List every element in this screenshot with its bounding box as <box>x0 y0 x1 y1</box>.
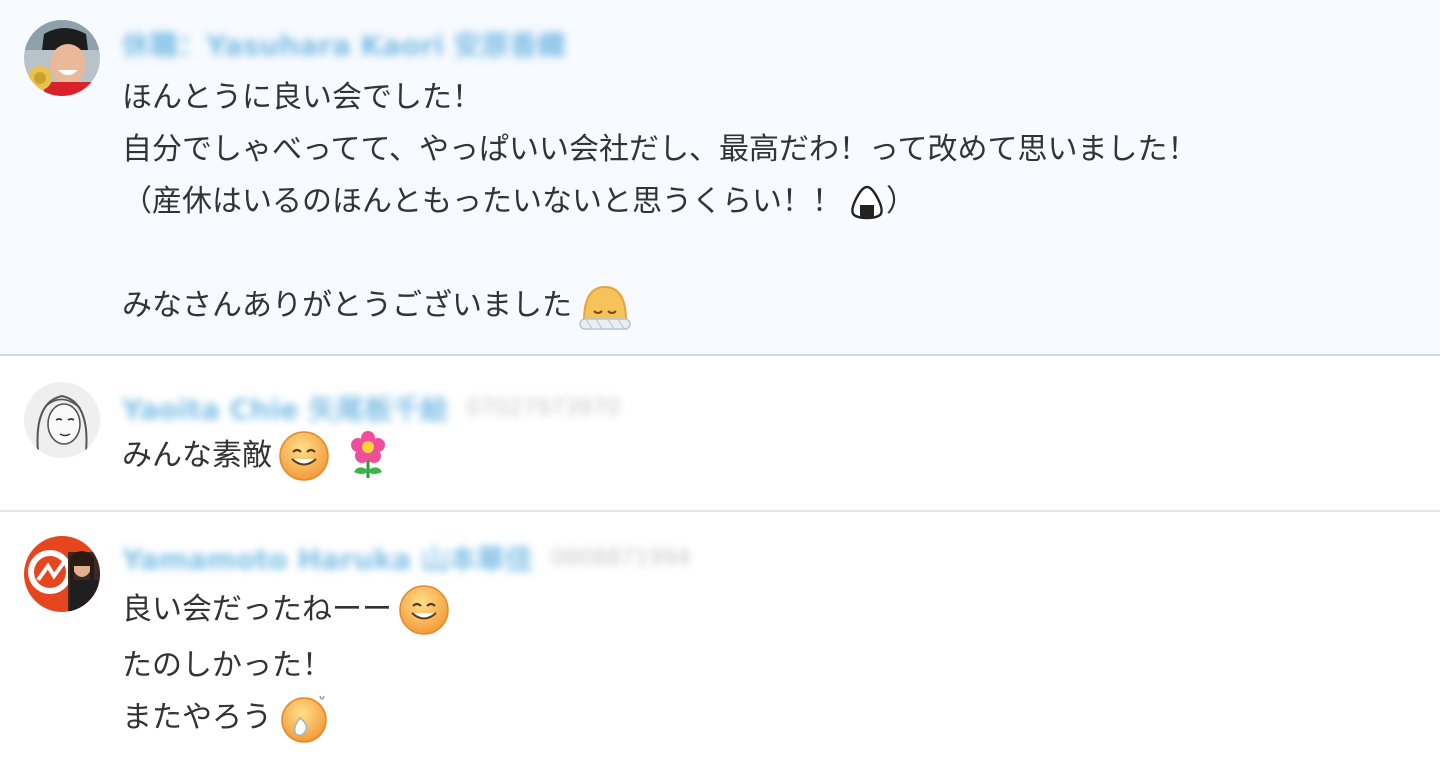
avatar-photo <box>24 20 100 96</box>
message-line: 自分でしゃべってて、やっぱいい会社だし、最高だわ！って改めて思いました！ <box>122 132 1198 167</box>
message-text: ） <box>886 184 916 219</box>
smile-emoji <box>278 430 330 482</box>
author-name[interactable]: Yaoita Chie 矢尾板千絵 <box>122 388 448 428</box>
message-header: Yaoita Chie 矢尾板千絵 07027973970 <box>122 390 620 426</box>
author-name[interactable]: 休職：Yasuhara Kaori 安原香織 <box>122 24 565 64</box>
message-line-with-emoji: またやろう <box>122 692 1400 744</box>
avatar-photo <box>24 536 100 612</box>
sweat-emoji <box>278 692 330 744</box>
message-line-with-emoji: みなさんありがとうございました <box>122 280 1400 332</box>
message-timestamp[interactable]: 0808871994 <box>551 546 691 571</box>
message-text: 良い会だったねーー <box>122 592 392 627</box>
message-text: （産休はいるのほんともったいないと思うくらい！！ <box>122 184 842 219</box>
message-feed: 休職：Yasuhara Kaori 安原香織 ほんとうに良い会でした！ 自分でし… <box>0 0 1440 776</box>
message-header: Yamamoto Haruka 山本華佳 0808871994 <box>122 540 691 576</box>
message-line: たのしかった！ <box>122 648 332 683</box>
message-text: またやろう <box>122 700 272 735</box>
flower-emoji <box>346 430 390 482</box>
avatar[interactable] <box>24 20 100 96</box>
message-body: ほんとうに良い会でした！ 自分でしゃべってて、やっぱいい会社だし、最高だわ！って… <box>122 72 1400 332</box>
message-header: 休職：Yasuhara Kaori 安原香織 <box>122 26 565 62</box>
avatar[interactable] <box>24 382 100 458</box>
onigiri-emoji <box>848 183 886 221</box>
message-item[interactable]: Yamamoto Haruka 山本華佳 0808871994 良い会だったねー… <box>0 514 1440 776</box>
message-line-with-emoji: 良い会だったねーー <box>122 580 1400 640</box>
message-timestamp[interactable]: 07027973970 <box>466 396 620 421</box>
message-line-with-emoji: みんな素敵 <box>122 430 1400 482</box>
message-text: みなさんありがとうございました <box>122 288 572 323</box>
message-line: ほんとうに良い会でした！ <box>122 80 482 115</box>
message-body: 良い会だったねーー たのしかった！ またやろう <box>122 580 1400 744</box>
avatar[interactable] <box>24 536 100 612</box>
message-text: みんな素敵 <box>122 438 272 473</box>
message-body: みんな素敵 <box>122 430 1400 482</box>
avatar-illustration <box>24 382 100 458</box>
bow-emoji <box>578 281 632 331</box>
author-name[interactable]: Yamamoto Haruka 山本華佳 <box>122 538 533 578</box>
smile-emoji <box>398 584 450 636</box>
message-item[interactable]: 休職：Yasuhara Kaori 安原香織 ほんとうに良い会でした！ 自分でし… <box>0 0 1440 356</box>
message-line-with-emoji: （産休はいるのほんともったいないと思うくらい！！ ） <box>122 176 1400 228</box>
message-item[interactable]: Yaoita Chie 矢尾板千絵 07027973970 みんな素敵 <box>0 358 1440 512</box>
